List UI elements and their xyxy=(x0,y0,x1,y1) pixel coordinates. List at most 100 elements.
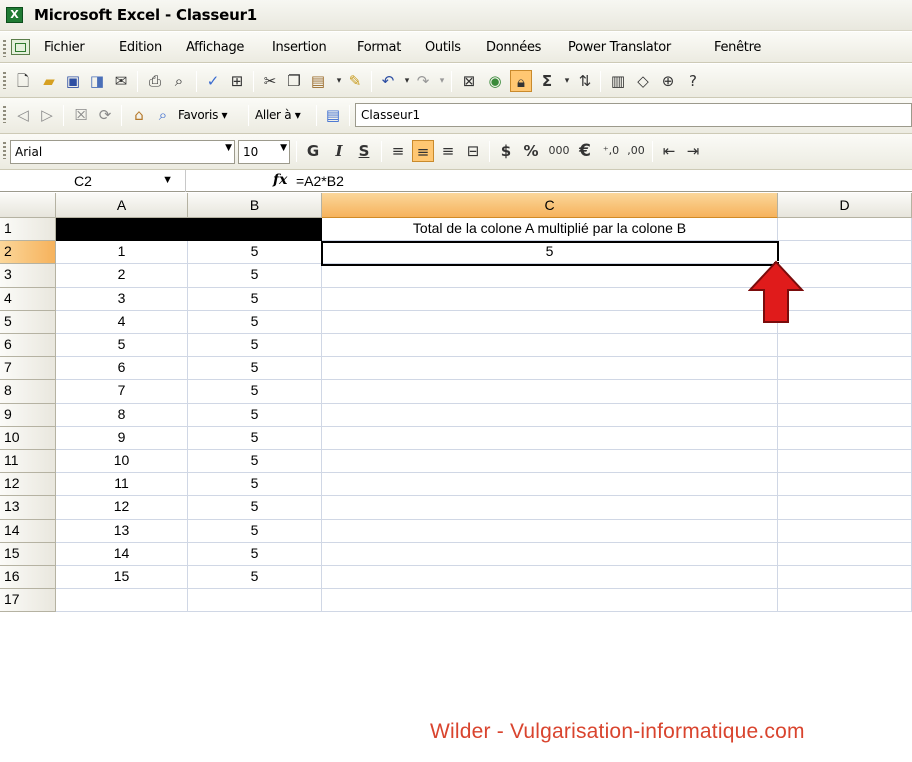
row-header[interactable]: 12 xyxy=(0,473,56,497)
cell-b[interactable] xyxy=(188,218,322,242)
cell-c[interactable] xyxy=(322,357,778,381)
column-header-c[interactable]: C xyxy=(322,193,778,218)
cell-d[interactable] xyxy=(778,403,912,427)
cell-c[interactable] xyxy=(322,426,778,450)
menu-outils[interactable]: Outils xyxy=(425,40,461,55)
stop-icon[interactable]: ☒ xyxy=(70,104,92,126)
row-header[interactable]: 10 xyxy=(0,426,56,450)
euro-button[interactable]: € xyxy=(574,140,596,162)
cell-a[interactable]: 3 xyxy=(56,287,188,311)
cell-a[interactable]: 8 xyxy=(56,403,188,427)
home-icon[interactable]: ⌂ xyxy=(128,104,150,126)
bold-button[interactable]: G xyxy=(302,140,324,162)
print-icon[interactable]: ⎙ xyxy=(144,70,166,92)
format-painter-icon[interactable]: ✎ xyxy=(344,70,366,92)
toolbar-grip[interactable] xyxy=(3,142,6,159)
row-header[interactable]: 4 xyxy=(0,287,56,311)
cell-a[interactable]: 14 xyxy=(56,542,188,566)
cell-a[interactable]: 2 xyxy=(56,264,188,288)
cell-d[interactable] xyxy=(778,589,912,613)
paste-icon[interactable]: ▤ xyxy=(307,70,329,92)
menu-affichage[interactable]: Affichage xyxy=(186,40,244,55)
cell-c[interactable] xyxy=(322,380,778,404)
thousands-button[interactable]: 000 xyxy=(545,140,573,162)
cell-c[interactable] xyxy=(322,450,778,474)
insert-function-icon[interactable]: fx xyxy=(273,172,287,188)
increase-decimal-icon[interactable]: ⁺,0 xyxy=(600,140,622,162)
underline-button[interactable]: S xyxy=(353,140,375,162)
cell-c[interactable] xyxy=(322,403,778,427)
cell-c[interactable]: Total de la colone A multiplié par la co… xyxy=(322,218,778,242)
cell-a[interactable]: 12 xyxy=(56,496,188,520)
excel-app-icon[interactable]: X xyxy=(6,7,23,23)
forward-icon[interactable]: ▷ xyxy=(36,104,58,126)
cell-a[interactable]: 15 xyxy=(56,566,188,590)
cell-d[interactable] xyxy=(778,496,912,520)
cell-b[interactable]: 5 xyxy=(188,566,322,590)
cell-b[interactable]: 5 xyxy=(188,241,322,265)
row-header[interactable]: 8 xyxy=(0,380,56,404)
column-header-d[interactable]: D xyxy=(778,193,912,218)
cell-c[interactable] xyxy=(322,589,778,613)
redo-dropdown-icon[interactable]: ▾ xyxy=(431,70,453,92)
lock-icon[interactable]: 🔒︎ xyxy=(510,70,532,92)
cell-b[interactable]: 5 xyxy=(188,380,322,404)
cell-a[interactable]: 7 xyxy=(56,380,188,404)
cell-b[interactable] xyxy=(188,589,322,613)
cell-a[interactable] xyxy=(56,218,188,242)
menu-fenetre[interactable]: Fenêtre xyxy=(714,40,761,55)
row-header[interactable]: 3 xyxy=(0,264,56,288)
email-icon[interactable]: ✉ xyxy=(110,70,132,92)
research-icon[interactable]: ⊞ xyxy=(226,70,248,92)
cell-a[interactable]: 9 xyxy=(56,426,188,450)
cell-d[interactable] xyxy=(778,473,912,497)
permission-icon[interactable]: ◨ xyxy=(86,70,108,92)
workbook-icon[interactable] xyxy=(11,39,30,55)
decrease-decimal-icon[interactable]: ,00 xyxy=(625,140,647,162)
cell-a[interactable]: 4 xyxy=(56,310,188,334)
cell-c[interactable] xyxy=(322,310,778,334)
row-header[interactable]: 13 xyxy=(0,496,56,520)
column-header-b[interactable]: B xyxy=(188,193,322,218)
new-document-icon[interactable]: 🗋 xyxy=(12,70,34,92)
cell-d[interactable] xyxy=(778,426,912,450)
zoom-icon[interactable]: ⊕ xyxy=(657,70,679,92)
cell-b[interactable]: 5 xyxy=(188,426,322,450)
cell-b[interactable]: 5 xyxy=(188,357,322,381)
cell-b[interactable]: 5 xyxy=(188,496,322,520)
cell-d[interactable] xyxy=(778,450,912,474)
cell-c[interactable] xyxy=(322,496,778,520)
open-folder-icon[interactable]: ▰ xyxy=(38,70,60,92)
copy-icon[interactable]: ❐ xyxy=(283,70,305,92)
menu-power-translator[interactable]: Power Translator xyxy=(568,40,671,55)
cell-b[interactable]: 5 xyxy=(188,264,322,288)
spelling-icon[interactable]: ✓ xyxy=(202,70,224,92)
cell-c[interactable] xyxy=(322,334,778,358)
cell-a[interactable]: 1 xyxy=(56,241,188,265)
refresh-icon[interactable]: ⟳ xyxy=(94,104,116,126)
row-header[interactable]: 17 xyxy=(0,589,56,613)
worksheet-grid[interactable]: A B C D 1 Total de la colone A multiplié … xyxy=(0,193,912,762)
cell-d[interactable] xyxy=(778,357,912,381)
drawing-icon[interactable]: ◇ xyxy=(632,70,654,92)
decrease-indent-icon[interactable]: ⇤ xyxy=(658,140,680,162)
chevron-down-icon[interactable]: ▼ xyxy=(162,174,173,186)
cell-c[interactable] xyxy=(322,287,778,311)
cell-b[interactable]: 5 xyxy=(188,287,322,311)
cell-b[interactable]: 5 xyxy=(188,403,322,427)
row-header[interactable]: 14 xyxy=(0,519,56,543)
row-header[interactable]: 15 xyxy=(0,542,56,566)
menu-format[interactable]: Format xyxy=(357,40,401,55)
row-header[interactable]: 16 xyxy=(0,566,56,590)
align-right-icon[interactable]: ≡ xyxy=(437,140,459,162)
row-header[interactable]: 1 xyxy=(0,218,56,242)
increase-indent-icon[interactable]: ⇥ xyxy=(682,140,704,162)
cell-c[interactable] xyxy=(322,264,778,288)
cell-b[interactable]: 5 xyxy=(188,542,322,566)
chart-wizard-icon[interactable]: ▥ xyxy=(607,70,629,92)
menu-donnees[interactable]: Données xyxy=(486,40,541,55)
globe-icon[interactable]: ◉ xyxy=(484,70,506,92)
cell-b[interactable]: 5 xyxy=(188,519,322,543)
cell-c[interactable] xyxy=(322,542,778,566)
currency-button[interactable]: $ xyxy=(495,140,517,162)
